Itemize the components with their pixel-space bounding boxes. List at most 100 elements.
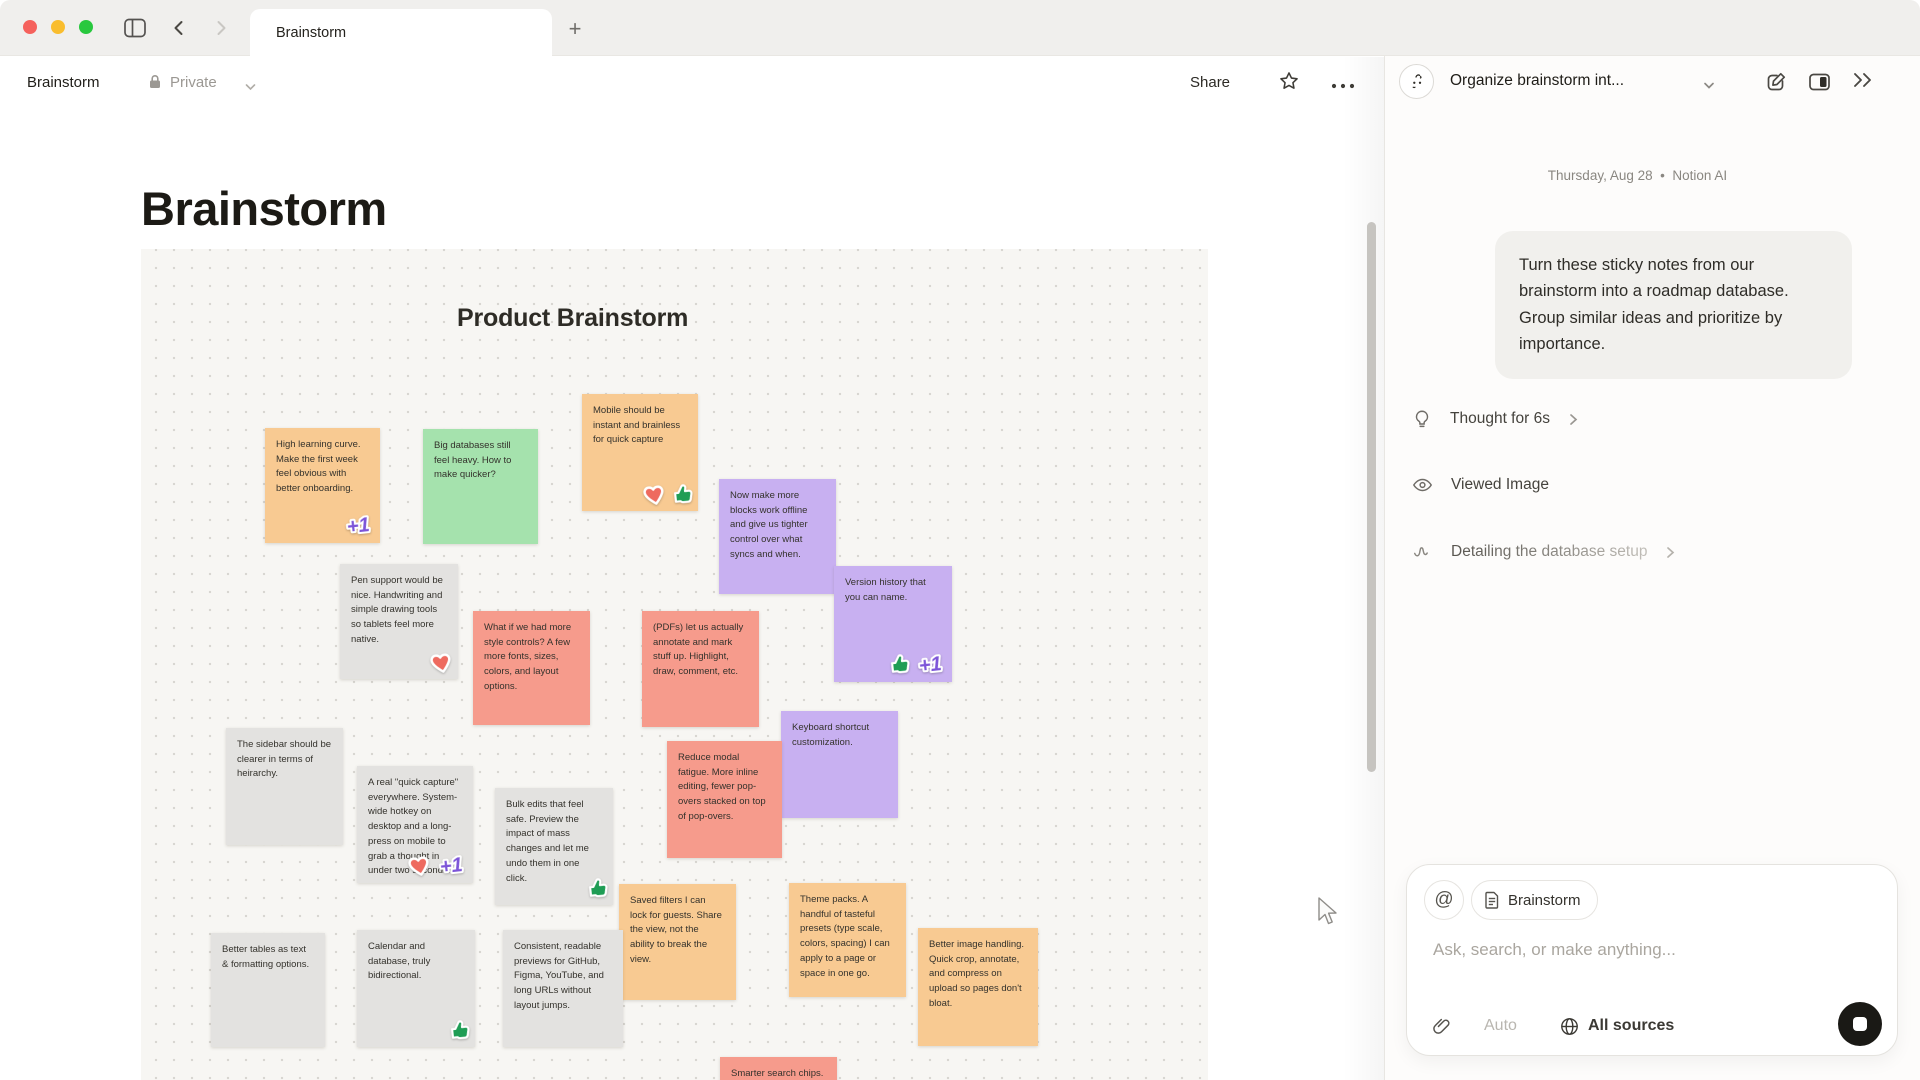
user-message-bubble: Turn these sticky notes from our brainst…: [1495, 231, 1852, 379]
sticky-note-text: Mobile should be instant and brainless f…: [593, 404, 687, 448]
heart-sticker: [428, 648, 458, 681]
svg-text:+1: +1: [918, 653, 943, 677]
close-window-button[interactable]: [23, 20, 37, 34]
tab-label: Brainstorm: [276, 25, 346, 41]
sticky-note[interactable]: Big databases still feel heavy. How to m…: [423, 429, 538, 544]
new-tab-button[interactable]: +: [560, 14, 590, 44]
app-window: Brainstorm + Brainstorm Private Share Br…: [0, 0, 1920, 1080]
page-title: Brainstorm: [141, 181, 387, 236]
globe-icon: [1559, 1016, 1580, 1037]
conversation-date: Thursday, Aug 28 • Notion AI: [1385, 168, 1890, 183]
breadcrumb[interactable]: Brainstorm: [27, 74, 100, 91]
sticky-note-text: Theme packs. A handful of tasteful prese…: [800, 893, 895, 981]
sticky-note[interactable]: Smarter search chips.: [720, 1057, 837, 1080]
zoom-window-button[interactable]: [79, 20, 93, 34]
context-chip-label: Brainstorm: [1508, 892, 1581, 909]
tab-brainstorm[interactable]: Brainstorm: [250, 9, 552, 56]
sticky-note[interactable]: High learning curve. Make the first week…: [265, 428, 380, 543]
sticky-note[interactable]: What if we had more style controls? A fe…: [473, 611, 590, 725]
sticky-note-text: Keyboard shortcut customization.: [792, 721, 887, 750]
back-icon[interactable]: [166, 15, 192, 41]
step-detailing[interactable]: Detailing the database setup: [1411, 541, 1675, 563]
sources-label: All sources: [1588, 1017, 1674, 1035]
sticky-note[interactable]: Mobile should be instant and brainless f…: [582, 394, 698, 511]
canvas-title: Product Brainstorm: [457, 304, 688, 333]
share-button[interactable]: Share: [1190, 74, 1230, 91]
sticky-note[interactable]: Now make more blocks work offline and gi…: [719, 479, 836, 594]
plus-one-sticker: +1: [433, 849, 472, 885]
page-toolbar: Brainstorm Private Share: [0, 57, 1385, 108]
forward-icon[interactable]: [208, 15, 234, 41]
sticky-note[interactable]: Calendar and database, truly bidirection…: [357, 930, 475, 1047]
more-options-icon[interactable]: [1330, 77, 1356, 95]
sticky-note[interactable]: Version history that you can name. +1: [834, 566, 952, 682]
loop-icon: [1411, 541, 1434, 563]
sticky-note[interactable]: The sidebar should be clearer in terms o…: [226, 728, 343, 845]
sticky-note[interactable]: Bulk edits that feel safe. Preview the i…: [495, 788, 613, 905]
sticky-note[interactable]: Consistent, readable previews for GitHub…: [503, 930, 623, 1047]
thread-title[interactable]: Organize brainstorm int...: [1450, 72, 1624, 90]
plus-one-sticker: +1: [912, 648, 951, 684]
plus-one-sticker: +1: [340, 509, 379, 545]
sticky-note[interactable]: Keyboard shortcut customization.: [781, 711, 898, 818]
sticky-note[interactable]: A real "quick capture" everywhere. Syste…: [357, 766, 473, 883]
bulb-icon: [1411, 408, 1433, 430]
lock-icon: [148, 74, 162, 94]
sticky-note[interactable]: (PDFs) let us actually annotate and mark…: [642, 611, 759, 727]
sticky-note[interactable]: Better image handling. Quick crop, annot…: [918, 928, 1038, 1046]
sticky-note-text: Better tables as text & formatting optio…: [222, 943, 314, 972]
step-viewed-image[interactable]: Viewed Image: [1411, 474, 1549, 496]
sticky-note-text: Better image handling. Quick crop, annot…: [929, 938, 1027, 1012]
mode-selector[interactable]: Auto: [1484, 1006, 1517, 1046]
note-reactions: [585, 875, 611, 905]
sticky-note-text: What if we had more style controls? A fe…: [484, 621, 579, 695]
date-separator: •: [1660, 168, 1665, 183]
sticky-note-text: The sidebar should be clearer in terms o…: [237, 738, 332, 782]
note-reactions: [447, 1017, 473, 1047]
thumbs-up-sticker: [669, 480, 698, 513]
privacy-chevron-down-icon[interactable]: [245, 78, 256, 96]
attach-button[interactable]: [1431, 1006, 1452, 1046]
mention-button[interactable]: @: [1424, 880, 1464, 920]
sticky-note-text: Big databases still feel heavy. How to m…: [434, 439, 527, 483]
collapse-panel-icon[interactable]: [1851, 70, 1875, 95]
stop-generation-button[interactable]: [1838, 1002, 1882, 1046]
main-scrollbar[interactable]: [1367, 222, 1376, 772]
sources-selector[interactable]: All sources: [1559, 1006, 1674, 1046]
favorite-star-icon[interactable]: [1278, 70, 1300, 97]
sticky-note[interactable]: Better tables as text & formatting optio…: [211, 933, 325, 1047]
titlebar: Brainstorm +: [0, 0, 1920, 56]
step-thought[interactable]: Thought for 6s: [1411, 408, 1578, 430]
sticky-note-text: Now make more blocks work offline and gi…: [730, 489, 825, 563]
sticky-note-text: Calendar and database, truly bidirection…: [368, 940, 464, 984]
thumbs-up-sticker: [886, 650, 915, 683]
sticky-note[interactable]: Reduce modal fatigue. More inline editin…: [667, 741, 782, 858]
toggle-panel-icon[interactable]: [1807, 70, 1832, 99]
ai-composer: @ Brainstorm Auto All sources: [1406, 864, 1898, 1056]
minimize-window-button[interactable]: [51, 20, 65, 34]
new-chat-compose-icon[interactable]: [1764, 70, 1788, 99]
sticky-note-text: Smarter search chips.: [731, 1067, 826, 1080]
heart-sticker: [406, 851, 436, 884]
notion-ai-face-icon[interactable]: [1399, 64, 1434, 99]
ai-panel-header: Organize brainstorm int...: [1385, 56, 1920, 108]
sticky-note[interactable]: Pen support would be nice. Handwriting a…: [340, 564, 458, 679]
thumbs-up-sticker: [584, 874, 613, 907]
sticky-note[interactable]: Saved filters I can lock for guests. Sha…: [619, 884, 736, 1000]
note-reactions: +1: [342, 511, 378, 543]
sticky-note-text: High learning curve. Make the first week…: [276, 438, 369, 497]
context-chip-brainstorm[interactable]: Brainstorm: [1471, 880, 1598, 920]
sticky-note-text: Saved filters I can lock for guests. Sha…: [630, 894, 725, 968]
step-label: Thought for 6s: [1450, 410, 1550, 428]
thumbs-up-sticker: [446, 1016, 475, 1049]
privacy-label[interactable]: Private: [170, 74, 217, 91]
ask-input[interactable]: [1431, 939, 1871, 961]
thread-chevron-down-icon[interactable]: [1703, 77, 1715, 95]
step-label: Viewed Image: [1451, 476, 1549, 494]
step-label: Detailing the database setup: [1451, 543, 1647, 561]
brainstorm-canvas[interactable]: Product Brainstorm High learning curve. …: [141, 249, 1208, 1080]
sticky-note[interactable]: Theme packs. A handful of tasteful prese…: [789, 883, 906, 997]
toggle-sidebar-icon[interactable]: [122, 15, 148, 41]
svg-text:+1: +1: [346, 514, 371, 538]
sticky-note-text: Version history that you can name.: [845, 576, 941, 605]
